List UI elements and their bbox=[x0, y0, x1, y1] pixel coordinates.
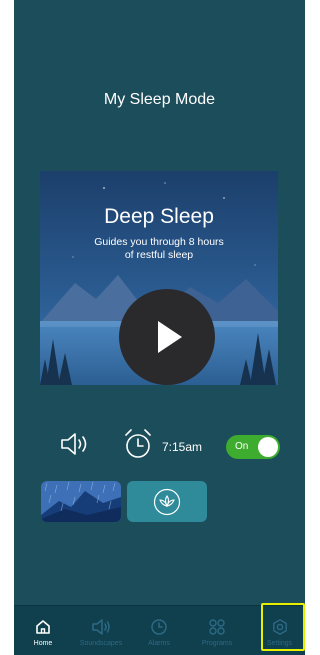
play-icon bbox=[158, 321, 182, 353]
program-subtitle: Guides you through 8 hours of restful sl… bbox=[94, 236, 224, 261]
toggle-label: On bbox=[235, 441, 249, 452]
nav-label-alarms: Alarms bbox=[148, 640, 170, 647]
nav-label-home: Home bbox=[33, 640, 53, 647]
soundscape-tile-mountain-rain[interactable] bbox=[41, 481, 121, 522]
play-button[interactable] bbox=[119, 289, 215, 385]
deep-sleep-card: Deep Sleep Guides you through 8 hours of… bbox=[40, 171, 278, 385]
page-title: My Sleep Mode bbox=[103, 91, 216, 108]
nav-item-home[interactable]: Home bbox=[14, 606, 72, 655]
alarm-button[interactable] bbox=[122, 427, 154, 461]
lotus-icon bbox=[153, 488, 181, 515]
nav-item-alarms[interactable]: Alarms bbox=[130, 606, 188, 655]
sleep-controls: 7:15am On bbox=[14, 427, 305, 463]
alarm-time: 7:15am bbox=[162, 440, 203, 454]
nav-item-programs[interactable]: Programs bbox=[188, 606, 246, 655]
speaker-icon bbox=[92, 619, 110, 635]
grid-icon bbox=[209, 619, 225, 635]
nav-item-soundscapes[interactable]: Soundscapes bbox=[72, 606, 130, 655]
soundscape-tile-meditation[interactable] bbox=[127, 481, 207, 522]
nav-label-soundscapes: Soundscapes bbox=[79, 640, 123, 647]
alarm-clock-icon bbox=[125, 429, 151, 458]
settings-highlight-box bbox=[261, 603, 305, 651]
toggle-knob bbox=[258, 437, 278, 457]
volume-button[interactable] bbox=[59, 431, 91, 457]
speaker-icon bbox=[61, 433, 87, 455]
home-icon bbox=[36, 620, 50, 634]
sleep-mode-toggle[interactable]: On bbox=[226, 435, 280, 459]
mountain-rain-thumbnail bbox=[41, 481, 121, 522]
nav-label-programs: Programs bbox=[201, 640, 233, 647]
clock-icon bbox=[151, 619, 167, 635]
program-title: Deep Sleep bbox=[104, 205, 214, 228]
app-screen: My Sleep Mode Deep Sleep Guides you thro… bbox=[14, 0, 305, 655]
